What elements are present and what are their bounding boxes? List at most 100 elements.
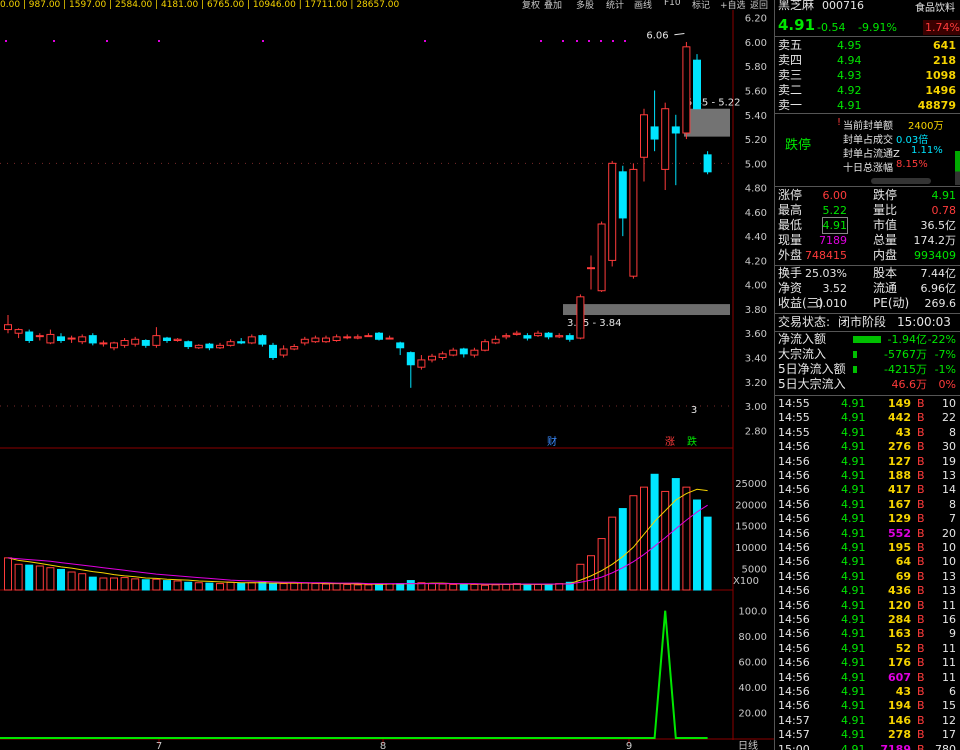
signal-dot — [5, 40, 7, 42]
tick-row[interactable]: 14:56 4.91 129 B 7 — [775, 512, 960, 526]
candle-body — [57, 336, 65, 341]
limit-up-marker[interactable]: 涨 — [665, 436, 675, 448]
tick-row[interactable]: 14:56 4.91 284 B 16 — [775, 613, 960, 627]
tick-row[interactable]: 15:00 4.91 7189 B 780 — [775, 743, 960, 750]
stat-value: 6.00 — [822, 189, 848, 202]
tick-side: B — [917, 670, 925, 684]
price-tick-label: 3.40 — [745, 353, 767, 364]
flow-value: -5767万 — [884, 348, 927, 361]
tick-time: 14:56 — [778, 469, 810, 482]
flow-bar — [853, 336, 881, 343]
volume-bar — [247, 582, 256, 591]
tick-row[interactable]: 14:56 4.91 176 B 11 — [775, 656, 960, 670]
signal-dot — [424, 40, 426, 42]
tick-count: 22 — [942, 411, 956, 425]
stat-value: 5.22 — [822, 204, 848, 217]
toolbar-item-4[interactable]: 画线 — [634, 0, 652, 10]
tick-row[interactable]: 14:57 4.91 278 B 17 — [775, 728, 960, 742]
tick-row[interactable]: 14:56 4.91 52 B 11 — [775, 642, 960, 656]
volume-bar — [173, 580, 182, 591]
signal-dot — [106, 40, 108, 42]
tick-row[interactable]: 14:56 4.91 194 B 15 — [775, 699, 960, 713]
volume-bar — [661, 490, 670, 591]
tick-price: 4.91 — [841, 598, 866, 612]
sector-label[interactable]: 食品饮料 — [915, 1, 955, 16]
tick-row[interactable]: 14:57 4.91 146 B 12 — [775, 714, 960, 728]
tick-row[interactable]: 14:56 4.91 276 B 30 — [775, 440, 960, 454]
volume-bar — [470, 583, 479, 591]
tick-row[interactable]: 14:56 4.91 167 B 8 — [775, 498, 960, 512]
tick-row[interactable]: 14:55 4.91 43 B 8 — [775, 426, 960, 440]
tick-row[interactable]: 14:56 4.91 69 B 13 — [775, 570, 960, 584]
tick-row[interactable]: 14:56 4.91 127 B 19 — [775, 455, 960, 469]
candle-body — [226, 341, 235, 346]
stat-value: 6.96亿 — [920, 282, 957, 295]
limit-down-marker[interactable]: 跌 — [687, 435, 697, 448]
toolbar-item-1[interactable]: 叠加 — [544, 0, 562, 10]
flow-pct: -7% — [934, 348, 956, 361]
chart-area[interactable]: 6.20 6.00 5.80 5.60 5.40 5.20 5.00 4.80 4.60 4.40… — [0, 0, 774, 750]
tick-row[interactable]: 14:56 4.91 552 B 20 — [775, 527, 960, 541]
toolbar-item-5[interactable]: F10 — [664, 0, 681, 8]
toolbar-item-0[interactable]: 复权 — [522, 0, 540, 10]
flow-bar — [853, 351, 857, 358]
tick-price: 4.91 — [841, 742, 866, 750]
ask-volume: 1496 — [925, 84, 956, 97]
sector-change-pct: 1.74% — [923, 20, 960, 35]
tick-row[interactable]: 14:56 4.91 64 B 10 — [775, 555, 960, 569]
financial-marker[interactable]: 财 — [547, 435, 557, 448]
stock-code: 000716 — [822, 0, 864, 12]
tick-count: 15 — [942, 699, 956, 713]
tick-count: 11 — [942, 656, 956, 670]
stat-key: 最高 — [778, 203, 803, 217]
chart-toolbar: 复权 叠加 多股 统计 画线 F10 标记 +自选 返回 — [518, 0, 774, 10]
limit-gauge — [955, 151, 960, 185]
stat-key: 量比 — [873, 203, 898, 217]
toolbar-item-3[interactable]: 统计 — [606, 0, 624, 10]
tick-row[interactable]: 14:56 4.91 436 B 13 — [775, 584, 960, 598]
tick-volume: 278 — [888, 728, 911, 742]
stat-row: 净资 3.52 流通 6.96亿 — [775, 281, 960, 296]
volume-bar — [226, 581, 235, 591]
toolbar-item-7[interactable]: +自选 — [720, 0, 746, 10]
candle-body — [523, 335, 532, 339]
toolbar-item-8[interactable]: 返回 — [750, 0, 768, 10]
limit-slider[interactable] — [871, 178, 931, 184]
candle-body — [269, 344, 277, 358]
period-label[interactable]: 日线 — [738, 739, 758, 750]
indicator-tick-label: 100.0 — [738, 607, 767, 618]
flow-pct: -1% — [934, 363, 956, 376]
tick-price: 4.91 — [841, 469, 866, 482]
tick-row[interactable]: 14:55 4.91 149 B 10 — [775, 397, 960, 411]
candle-body — [565, 335, 574, 340]
candle-body — [279, 348, 288, 356]
tick-row[interactable]: 14:56 4.91 188 B 13 — [775, 469, 960, 483]
tick-price: 4.91 — [841, 425, 866, 439]
price-change-pct: -9.91% — [858, 21, 897, 34]
tick-row[interactable]: 14:56 4.91 120 B 11 — [775, 599, 960, 613]
ask-label: 卖四 — [778, 53, 803, 67]
volume-bar — [343, 583, 352, 591]
tick-row[interactable]: 14:56 4.91 607 B 11 — [775, 671, 960, 685]
toolbar-item-2[interactable]: 多股 — [576, 0, 594, 10]
signal-dot — [624, 40, 626, 42]
tick-count: 9 — [949, 627, 956, 641]
tick-side: B — [917, 497, 925, 511]
tick-side: B — [917, 483, 925, 497]
price-tick-label: 4.20 — [745, 256, 767, 267]
tick-row[interactable]: 14:55 4.91 442 B 22 — [775, 411, 960, 425]
ten-day-gain-value: 8.15% — [896, 159, 928, 170]
candle-body — [14, 329, 23, 334]
tick-row[interactable]: 14:56 4.91 163 B 9 — [775, 627, 960, 641]
price-tick-label: 5.20 — [745, 135, 767, 146]
tick-volume: 194 — [888, 699, 911, 713]
volume-bar — [78, 573, 87, 591]
tick-volume: 188 — [888, 469, 911, 482]
price-tick-label: 4.00 — [745, 281, 767, 292]
tick-row[interactable]: 14:56 4.91 195 B 10 — [775, 541, 960, 555]
tick-row[interactable]: 14:56 4.91 43 B 6 — [775, 685, 960, 699]
volume-bar — [629, 495, 638, 591]
tick-row[interactable]: 14:56 4.91 417 B 14 — [775, 483, 960, 497]
flow-label: 5日大宗流入 — [778, 377, 846, 391]
toolbar-item-6[interactable]: 标记 — [692, 0, 710, 10]
